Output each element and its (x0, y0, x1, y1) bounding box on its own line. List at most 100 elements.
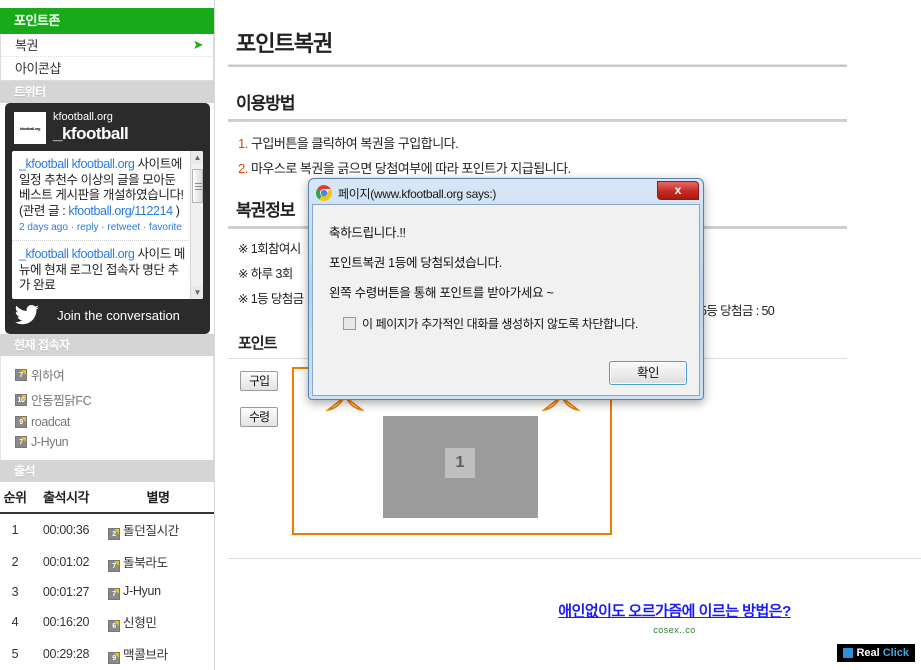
sidebar-item-lottery[interactable]: 복권 ➤ (1, 34, 213, 57)
sidebar-section-twitter-title: 트위터 (0, 81, 214, 103)
scroll-down-icon[interactable]: ▼ (191, 286, 203, 299)
twitter-handle: _kfootball (53, 123, 129, 143)
tweet-meta[interactable]: 2 days ago · reply · retweet · favorite (19, 222, 186, 235)
howto-heading: 이용방법 (236, 94, 296, 113)
cell-rank: 4 (11, 615, 19, 629)
suppress-dialogs-row[interactable]: 이 페이지가 추가적인 대화를 생성하지 않도록 차단합니다. (327, 307, 685, 332)
twitter-join-link[interactable]: Join the conversation (46, 308, 199, 323)
twitter-bird-icon (14, 305, 39, 325)
howto-item-1: 1. 구입버튼을 클릭하여 복권을 구입합니다. (228, 130, 848, 155)
sidebar: 포인트존 복권 ➤ 아이콘샵 트위터 kfootball.org kfootba… (0, 0, 215, 670)
suppress-dialogs-checkbox[interactable] (343, 317, 356, 330)
nick-label: 맥콜브라 (123, 648, 168, 662)
list-item[interactable]: 9 roadcat (1, 412, 213, 432)
page-title: 포인트복권 (236, 31, 333, 56)
twitter-site-name: kfootball.org (53, 111, 113, 123)
table-row: 3 00:01:27 7 J-Hyun (0, 578, 214, 606)
list-item[interactable]: _kfootball kfootball.org 사이드 메뉴에 현재 로그인 … (12, 241, 203, 299)
level-icon: 9 (108, 652, 120, 664)
nick-label: 신형민 (123, 616, 157, 630)
nick-label: 돌던질시간 (123, 524, 180, 538)
column-header-rank: 순위 (0, 482, 30, 514)
cell-nick[interactable]: 2 돌던질시간 (102, 513, 214, 546)
realclick-brand-right: Click (882, 647, 909, 659)
suppress-dialogs-label: 이 페이지가 추가적인 대화를 생성하지 않도록 차단합니다. (362, 317, 638, 331)
sidebar-item-lottery-label: 복권 (15, 38, 38, 53)
sidebar-item-icon-shop[interactable]: 아이콘샵 (1, 57, 213, 80)
cell-rank: 1 (11, 523, 19, 537)
column-header-nick: 별명 (102, 482, 214, 514)
dialog-message-1: 축하드립니다.!! (329, 226, 406, 240)
close-icon[interactable]: x (657, 181, 699, 200)
table-row: 5 00:29:28 9 맥콜브라 (0, 638, 214, 670)
sidebar-section-attendance-title: 출석 (0, 460, 214, 482)
sidebar-section-visitors-title: 현재 접속자 (0, 334, 214, 356)
chrome-icon (316, 185, 332, 201)
cell-rank: 2 (11, 555, 19, 569)
cell-nick[interactable]: 7 J-Hyun (102, 578, 214, 606)
buy-button[interactable]: 구입 (240, 371, 278, 391)
cell-time: 00:01:27 (42, 585, 90, 599)
howto-item-2: 2. 마우스로 복권을 긁으면 당첨여부에 따라 포인트가 지급됩니다. (228, 155, 848, 180)
notice-line-3-head: ※ 1등 당첨금 (238, 292, 304, 306)
prize-tail-text: 5등 당첨금 : 50 (700, 304, 775, 318)
avatar: kfootball.org (14, 112, 46, 144)
realclick-logo: Real Click (837, 644, 915, 662)
page-root: 포인트존 복권 ➤ 아이콘샵 트위터 kfootball.org kfootba… (0, 0, 921, 670)
tweet-link[interactable]: kfootball.org/112214 (68, 204, 173, 218)
cell-nick[interactable]: 9 맥콜브라 (102, 638, 214, 670)
twitter-stream[interactable]: _kfootball kfootball.org 사이트에 일정 추천수 이상의… (12, 151, 203, 299)
visitors-list: 7 위하여 10 안동찜닭FC 9 roadcat 7 J-Hyun (0, 356, 214, 460)
howto-item-1-text: 구입버튼을 클릭하여 복권을 구입합니다. (247, 136, 459, 151)
column-header-time: 출석시각 (30, 482, 102, 514)
scrollbar[interactable]: ▲ ▼ (190, 151, 203, 299)
chevron-right-icon: ➤ (192, 37, 204, 52)
visitor-name[interactable]: 안동찜닭FC (31, 390, 92, 409)
twitter-widget: kfootball.org kfootball.org _kfootball _… (5, 103, 210, 334)
sidebar-section-point-zone-title: 포인트존 (0, 8, 214, 34)
dialog-message-2: 포인트복권 1등에 당첨되셨습니다. (329, 256, 502, 270)
sidebar-point-zone-menu: 복권 ➤ 아이콘샵 (0, 34, 214, 81)
content-bottom-divider (228, 558, 921, 559)
ad-source: cosex..co (653, 625, 696, 635)
visitor-name[interactable]: 위하여 (31, 365, 65, 384)
claim-button[interactable]: 수령 (240, 407, 278, 427)
table-header-row: 순위 출석시각 별명 (0, 482, 214, 514)
twitter-identity: kfootball.org _kfootball (53, 111, 129, 143)
scroll-up-icon[interactable]: ▲ (191, 151, 203, 164)
visitor-name[interactable]: J-Hyun (31, 435, 69, 449)
level-icon: 10 (15, 393, 27, 406)
cell-time: 00:00:36 (42, 523, 90, 537)
tweet-user[interactable]: _kfootball kfootball.org (19, 157, 135, 171)
dialog-title: 페이지(www.kfootball.org says:) (338, 186, 497, 201)
advertisement: 애인없이도 오르가즘에 이르는 방법은? cosex..co (228, 600, 921, 635)
cell-rank: 5 (11, 647, 19, 661)
list-item[interactable]: 7 위하여 (1, 362, 213, 387)
list-item[interactable]: _kfootball kfootball.org 사이트에 일정 추천수 이상의… (12, 151, 203, 241)
ok-button[interactable]: 확인 (609, 361, 687, 385)
sidebar-item-icon-shop-label: 아이콘샵 (15, 61, 61, 76)
ad-link[interactable]: 애인없이도 오르가즘에 이르는 방법은? (558, 603, 791, 620)
nick-label: 돌북라도 (123, 556, 168, 570)
alert-dialog[interactable]: 페이지(www.kfootball.org says:) x 축하드립니다.!!… (308, 178, 704, 400)
cell-time: 00:01:02 (42, 555, 90, 569)
cell-time: 00:16:20 (42, 615, 90, 629)
scrollbar-thumb[interactable] (192, 169, 203, 203)
list-item[interactable]: 7 J-Hyun (1, 432, 213, 452)
level-icon: 9 (15, 416, 27, 428)
howto-item-1-num: 1. (238, 136, 248, 151)
realclick-brand-left: Real (856, 647, 880, 659)
cell-time: 00:29:28 (42, 647, 90, 661)
visitor-name[interactable]: roadcat (31, 415, 70, 429)
level-icon: 7 (15, 368, 27, 381)
tweet-user[interactable]: _kfootball kfootball.org (19, 247, 135, 261)
twitter-widget-footer: Join the conversation (12, 299, 203, 327)
scratch-area[interactable]: 1 (383, 416, 538, 518)
level-icon: 7 (15, 436, 27, 448)
list-item[interactable]: 10 안동찜닭FC (1, 387, 213, 412)
dialog-message-3: 왼쪽 수령버튼을 통해 포인트를 받아가세요 ~ (329, 286, 554, 300)
cell-nick[interactable]: 6 신형민 (102, 606, 214, 638)
cell-rank: 3 (11, 585, 19, 599)
cell-nick[interactable]: 7 돌북라도 (102, 546, 214, 578)
realclick-mark-icon (843, 648, 854, 658)
